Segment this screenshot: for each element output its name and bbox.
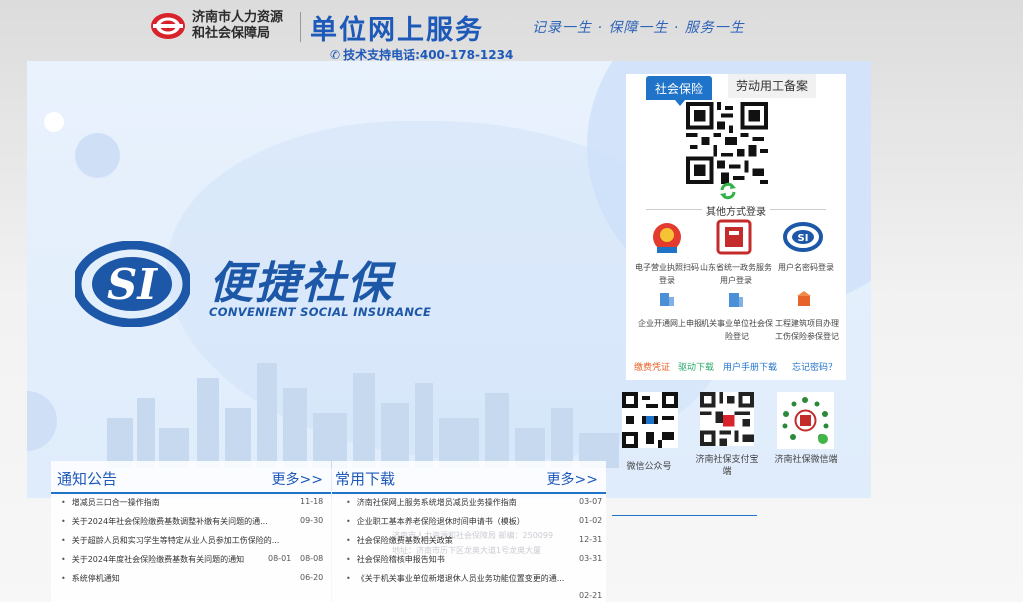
link-manual-download[interactable]: 用户手册下载 xyxy=(723,360,777,373)
qr-label-alipay: 济南社保支付宝端 xyxy=(695,455,759,477)
brand-title: 单位网上服务 xyxy=(310,15,484,46)
page-header: 济南市人力资源 和社会保障局 单位网上服务 记录一生 · 保障一生 · 服务一生… xyxy=(0,0,1023,62)
notice-item[interactable]: 关于2024年度社会保险缴费基数有关问题的通知 xyxy=(61,554,244,565)
method-institution-register[interactable]: 机关事业单位社会保险登记 xyxy=(700,317,774,343)
org-name-line2: 和社会保障局 xyxy=(192,26,271,41)
method-gov-service[interactable]: 山东省统一政务服务用户登录 xyxy=(700,261,772,287)
si-logo-icon: SI xyxy=(75,241,190,327)
notice-more-link[interactable]: 更多>> xyxy=(272,469,323,489)
downloads-panel: 济南市人力资源和社会保障局 邮编：250099 地址：济南市历下区龙奥大道1号龙… xyxy=(332,461,606,602)
notice-date: 11-18 xyxy=(300,497,324,506)
bg-bubble xyxy=(44,112,64,132)
enterprise-icon[interactable] xyxy=(658,289,676,307)
link-payment-voucher[interactable]: 缴费凭证 xyxy=(634,360,670,373)
login-panel: 社会保险 劳动用工备案 其他方式登录 电子营业执照扫码登录 山东省统一政务服务用… xyxy=(626,74,846,380)
bg-blob xyxy=(27,391,57,451)
bg-bubble xyxy=(75,133,120,178)
method-business-license[interactable]: 电子营业执照扫码登录 xyxy=(634,261,700,287)
link-driver-download[interactable]: 驱动下载 xyxy=(678,360,714,373)
download-item[interactable]: 社会保险稽核申报告知书 xyxy=(346,554,445,565)
notice-item[interactable]: 增减员三口合一操作指南 xyxy=(61,497,160,508)
tab-social-insurance[interactable]: 社会保险 xyxy=(646,76,712,106)
link-forgot-password[interactable]: 忘记密码？ xyxy=(792,360,837,373)
notice-item[interactable]: 关于超龄人员和实习学生等特定从业人员参加工伤保险的... xyxy=(61,535,280,546)
method-enterprise-apply[interactable]: 企业开通网上申报 xyxy=(634,317,706,330)
download-item[interactable]: 企业职工基本养老保险退休时间申请书（模板） xyxy=(346,516,525,527)
hotline-text: 技术支持电话:400-178-1234 xyxy=(343,48,514,62)
notice-panel: 通知公告 更多>> 增减员三口合一操作指南 11-18 关于2024年社会保险缴… xyxy=(51,461,331,602)
download-item[interactable]: 《关于机关事业单位新增退休人员业务功能位置变更的通... xyxy=(346,573,565,584)
download-date: 02-21 xyxy=(579,591,603,600)
header-divider xyxy=(300,12,301,42)
banner-subtitle: CONVENIENT SOCIAL INSURANCE xyxy=(209,305,432,319)
notice-item[interactable]: 系统停机通知 xyxy=(61,573,120,584)
construction-icon[interactable] xyxy=(795,290,813,308)
notice-title: 通知公告 xyxy=(57,470,118,488)
downloads-more-link[interactable]: 更多>> xyxy=(547,469,598,489)
refresh-qr-icon[interactable] xyxy=(718,181,738,201)
banner-title: 便捷社保 xyxy=(209,258,393,309)
qr-label-wechat-official: 微信公众号 xyxy=(626,462,672,472)
download-item[interactable]: 济南社保网上服务系统增员减员业务操作指南 xyxy=(346,497,517,508)
download-date: 12-31 xyxy=(579,535,603,544)
svg-text:SI: SI xyxy=(107,260,158,309)
alipay-qr xyxy=(700,392,754,446)
phone-icon: ✆ xyxy=(330,48,341,62)
gov-service-icon[interactable] xyxy=(714,219,754,255)
method-password-login[interactable]: 用户名密码登录 xyxy=(774,261,838,274)
download-date: 03-31 xyxy=(579,554,603,563)
footer-divider xyxy=(612,515,757,516)
qr-label-wechat-miniapp: 济南社保微信端 xyxy=(774,455,838,465)
slogan: 记录一生 · 保障一生 · 服务一生 xyxy=(532,20,745,36)
download-date: 03-07 xyxy=(579,497,603,506)
method-construction-insurance[interactable]: 工程建筑项目办理工伤保险参保登记 xyxy=(774,317,840,343)
hrss-emblem-icon xyxy=(151,13,185,39)
download-date: 01-02 xyxy=(579,516,603,525)
wechat-miniapp-qr xyxy=(777,392,834,449)
notice-date: 08-01 xyxy=(268,554,292,563)
notice-date: 06-20 xyxy=(300,573,324,582)
notice-title-underline xyxy=(51,492,331,494)
notice-item[interactable]: 关于2024年社会保险缴费基数调整补缴有关问题的通... xyxy=(61,516,268,527)
wechat-official-qr xyxy=(622,392,678,448)
org-name: 济南市人力资源 和社会保障局 xyxy=(192,10,283,42)
institution-icon[interactable] xyxy=(727,290,745,308)
svg-text:SI: SI xyxy=(798,233,809,244)
notice-date-extra: 08-08 xyxy=(300,554,324,563)
tab-labor-filing[interactable]: 劳动用工备案 xyxy=(728,74,816,98)
business-license-icon[interactable] xyxy=(647,221,687,257)
other-login-methods: 其他方式登录 xyxy=(646,203,826,218)
downloads-title-underline xyxy=(332,492,606,494)
downloads-title: 常用下载 xyxy=(335,470,396,488)
download-item[interactable]: 社会保险缴费基数相关政策 xyxy=(346,535,453,546)
password-login-icon[interactable]: SI xyxy=(783,221,823,257)
notice-date: 09-30 xyxy=(300,516,324,525)
login-qr-code xyxy=(686,102,768,184)
city-skyline xyxy=(107,363,619,468)
org-name-line1: 济南市人力资源 xyxy=(192,10,284,25)
